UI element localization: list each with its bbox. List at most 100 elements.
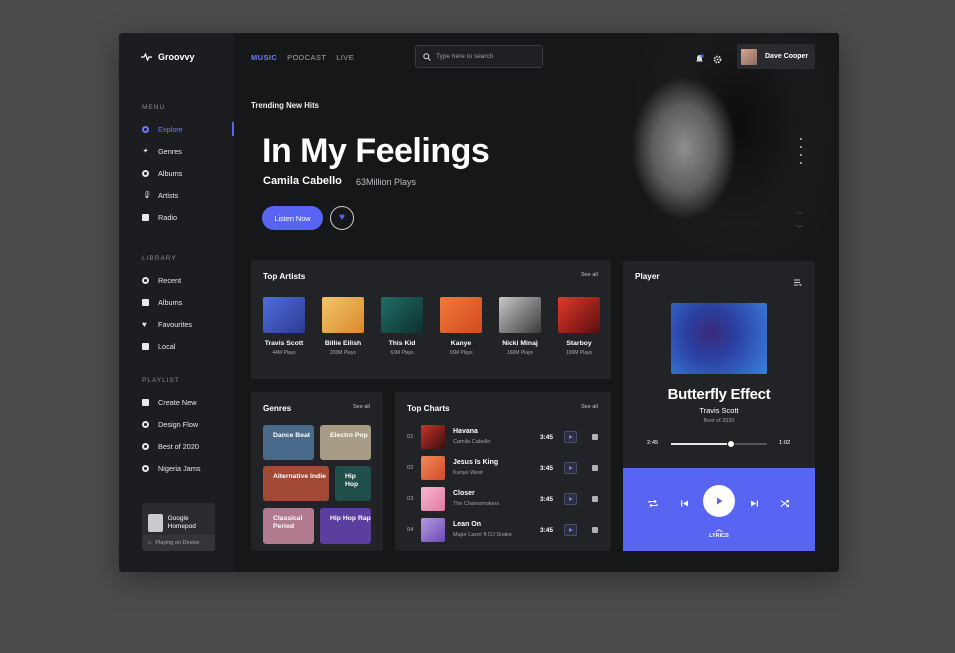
- listen-now-button[interactable]: Listen Now: [262, 206, 323, 230]
- play-icon: [568, 466, 573, 470]
- sidebar-item-local[interactable]: Local: [142, 339, 234, 353]
- brand-logo[interactable]: Groovvy: [141, 52, 195, 62]
- track-cover: [421, 487, 445, 511]
- progress-bar[interactable]: [671, 439, 767, 448]
- track-title: Jesus Is King: [453, 459, 499, 466]
- sidebar-item-artists[interactable]: 🎙 Artists: [142, 188, 234, 202]
- chart-row[interactable]: 03 Closer The Chainsmokers 3:45: [407, 487, 599, 511]
- cast-icon: ⌂: [148, 540, 152, 546]
- artist-card[interactable]: Nicki Minaj 160M Plays: [495, 297, 545, 356]
- chart-row[interactable]: 01 Havana Camila Cabello 3:45: [407, 425, 599, 449]
- hero-title: In My Feelings: [262, 132, 490, 170]
- sidebar-item-albums[interactable]: Albums: [142, 166, 234, 180]
- tab-podcast[interactable]: PODCAST: [287, 53, 326, 62]
- top-artists-see-all-link[interactable]: See all: [581, 272, 598, 278]
- sidebar-item-label: Artists: [158, 190, 179, 200]
- gear-icon[interactable]: [713, 51, 722, 69]
- carousel-indicators[interactable]: [800, 138, 802, 164]
- carousel-arrows[interactable]: ︿ ﹀: [796, 203, 803, 239]
- track-duration: 3:45: [540, 527, 554, 534]
- notification-bell-icon[interactable]: [695, 51, 704, 69]
- chart-row[interactable]: 04 Lean On Major Lazer ft DJ Snake 3:45: [407, 518, 599, 542]
- track-artist: Camila Cabello: [453, 439, 491, 445]
- brand-name: Groovvy: [158, 52, 195, 62]
- sidebar-item-library-albums[interactable]: Albums: [142, 295, 234, 309]
- add-to-playlist-icon[interactable]: [592, 496, 598, 502]
- sidebar-item-create-new[interactable]: Create New: [142, 395, 234, 409]
- genre-tile-hip-hop[interactable]: Hip Hop: [335, 466, 371, 501]
- pulse-icon: [141, 53, 152, 61]
- track-play-button[interactable]: [564, 493, 577, 505]
- top-charts-see-all-link[interactable]: See all: [581, 404, 598, 410]
- top-charts-card: Top Charts See all 01 Havana Camila Cabe…: [395, 392, 611, 551]
- search-input[interactable]: [436, 53, 536, 60]
- device-card[interactable]: Google Homepod ⌂ Playing on Device: [142, 503, 215, 551]
- track-cover: [421, 425, 445, 449]
- chevron-up-icon[interactable]: ︿: [796, 203, 803, 221]
- tab-live[interactable]: LIVE: [336, 53, 354, 62]
- add-to-playlist-icon[interactable]: [592, 527, 598, 533]
- favorite-button[interactable]: ♥: [330, 206, 354, 230]
- queue-icon[interactable]: [794, 273, 802, 291]
- sidebar-item-radio[interactable]: Radio: [142, 210, 234, 224]
- genres-see-all-link[interactable]: See all: [353, 404, 370, 410]
- track-cover: [421, 518, 445, 542]
- hero-subtitle: Trending New Hits: [251, 101, 320, 110]
- app-window: Groovvy MENU Explore ✦ Genres Albums 🎙 Art…: [119, 33, 839, 572]
- sidebar-item-recent[interactable]: Recent: [142, 273, 234, 287]
- genre-tile-alternative-indie[interactable]: Alternative Indie: [263, 466, 329, 501]
- sidebar-item-label: Explore: [158, 124, 183, 134]
- chart-rank: 01: [407, 434, 414, 440]
- sidebar-item-best-of-2020[interactable]: Best of 2020: [142, 439, 234, 453]
- artist-plays: 44M Plays: [272, 350, 296, 356]
- genre-tile-dance-beat[interactable]: Dance Beat: [263, 425, 314, 460]
- progress-knob[interactable]: [726, 439, 735, 448]
- add-to-playlist-icon[interactable]: [592, 465, 598, 471]
- lyrics-toggle[interactable]: ︿ LYRICS: [623, 526, 815, 539]
- sidebar-item-label: Recent: [158, 275, 182, 285]
- tab-music[interactable]: MUSIC: [251, 53, 277, 62]
- track-play-button[interactable]: [564, 524, 577, 536]
- sidebar-item-favourites[interactable]: ♥ Favourites: [142, 317, 234, 331]
- microphone-icon: 🎙: [142, 191, 151, 199]
- track-play-button[interactable]: [564, 431, 577, 443]
- artist-plays: 16M Plays: [449, 350, 473, 356]
- search-bar[interactable]: [415, 45, 543, 68]
- artist-plays: 100M Plays: [565, 350, 593, 356]
- speaker-image: [148, 513, 163, 532]
- artist-card[interactable]: Billie Eilish 203M Plays: [318, 297, 368, 356]
- top-artists-card: Top Artists See all Travis Scott 44M Pla…: [251, 260, 611, 379]
- playlist-icon: [142, 464, 149, 472]
- user-profile[interactable]: Dave Cooper: [737, 44, 815, 69]
- sidebar-item-design-flow[interactable]: Design Flow: [142, 417, 234, 431]
- track-play-button[interactable]: [564, 462, 577, 474]
- artist-card[interactable]: Starboy 100M Plays: [554, 297, 604, 356]
- genre-tile-hip-hop-rap[interactable]: Hip Hop Rap: [320, 508, 371, 544]
- top-charts-title: Top Charts: [407, 404, 450, 413]
- chevron-down-icon[interactable]: ﹀: [796, 221, 803, 239]
- playback-controls: ︿ LYRICS: [623, 468, 815, 551]
- lyrics-label: LYRICS: [709, 533, 729, 539]
- add-to-playlist-icon[interactable]: [592, 434, 598, 440]
- folder-icon: [142, 342, 149, 350]
- sidebar-item-explore[interactable]: Explore: [142, 122, 234, 136]
- artist-card[interactable]: Kanye 16M Plays: [436, 297, 486, 356]
- shuffle-icon[interactable]: [779, 497, 791, 509]
- sidebar-item-genres[interactable]: ✦ Genres: [142, 144, 234, 158]
- menu-section-label: MENU: [142, 104, 166, 111]
- previous-icon[interactable]: [678, 497, 690, 509]
- hero-artist[interactable]: Camila Cabello: [263, 175, 342, 187]
- sidebar-item-nigeria-jams[interactable]: Nigeria Jams: [142, 461, 234, 475]
- artist-card[interactable]: This Kid 63M Plays: [377, 297, 427, 356]
- genre-tile-classical-period[interactable]: Classical Period: [263, 508, 314, 544]
- genre-tile-electro-pop[interactable]: Electro Pop: [320, 425, 371, 460]
- chart-rank: 03: [407, 496, 414, 502]
- sidebar-item-label: Genres: [158, 146, 182, 156]
- song-artist[interactable]: Travis Scott: [623, 406, 815, 415]
- play-button[interactable]: [703, 485, 735, 517]
- heart-icon: ♥: [142, 319, 147, 329]
- chart-row[interactable]: 02 Jesus Is King Kanye West 3:45: [407, 456, 599, 480]
- next-icon[interactable]: [748, 497, 760, 509]
- repeat-icon[interactable]: [647, 497, 659, 509]
- artist-card[interactable]: Travis Scott 44M Plays: [259, 297, 309, 356]
